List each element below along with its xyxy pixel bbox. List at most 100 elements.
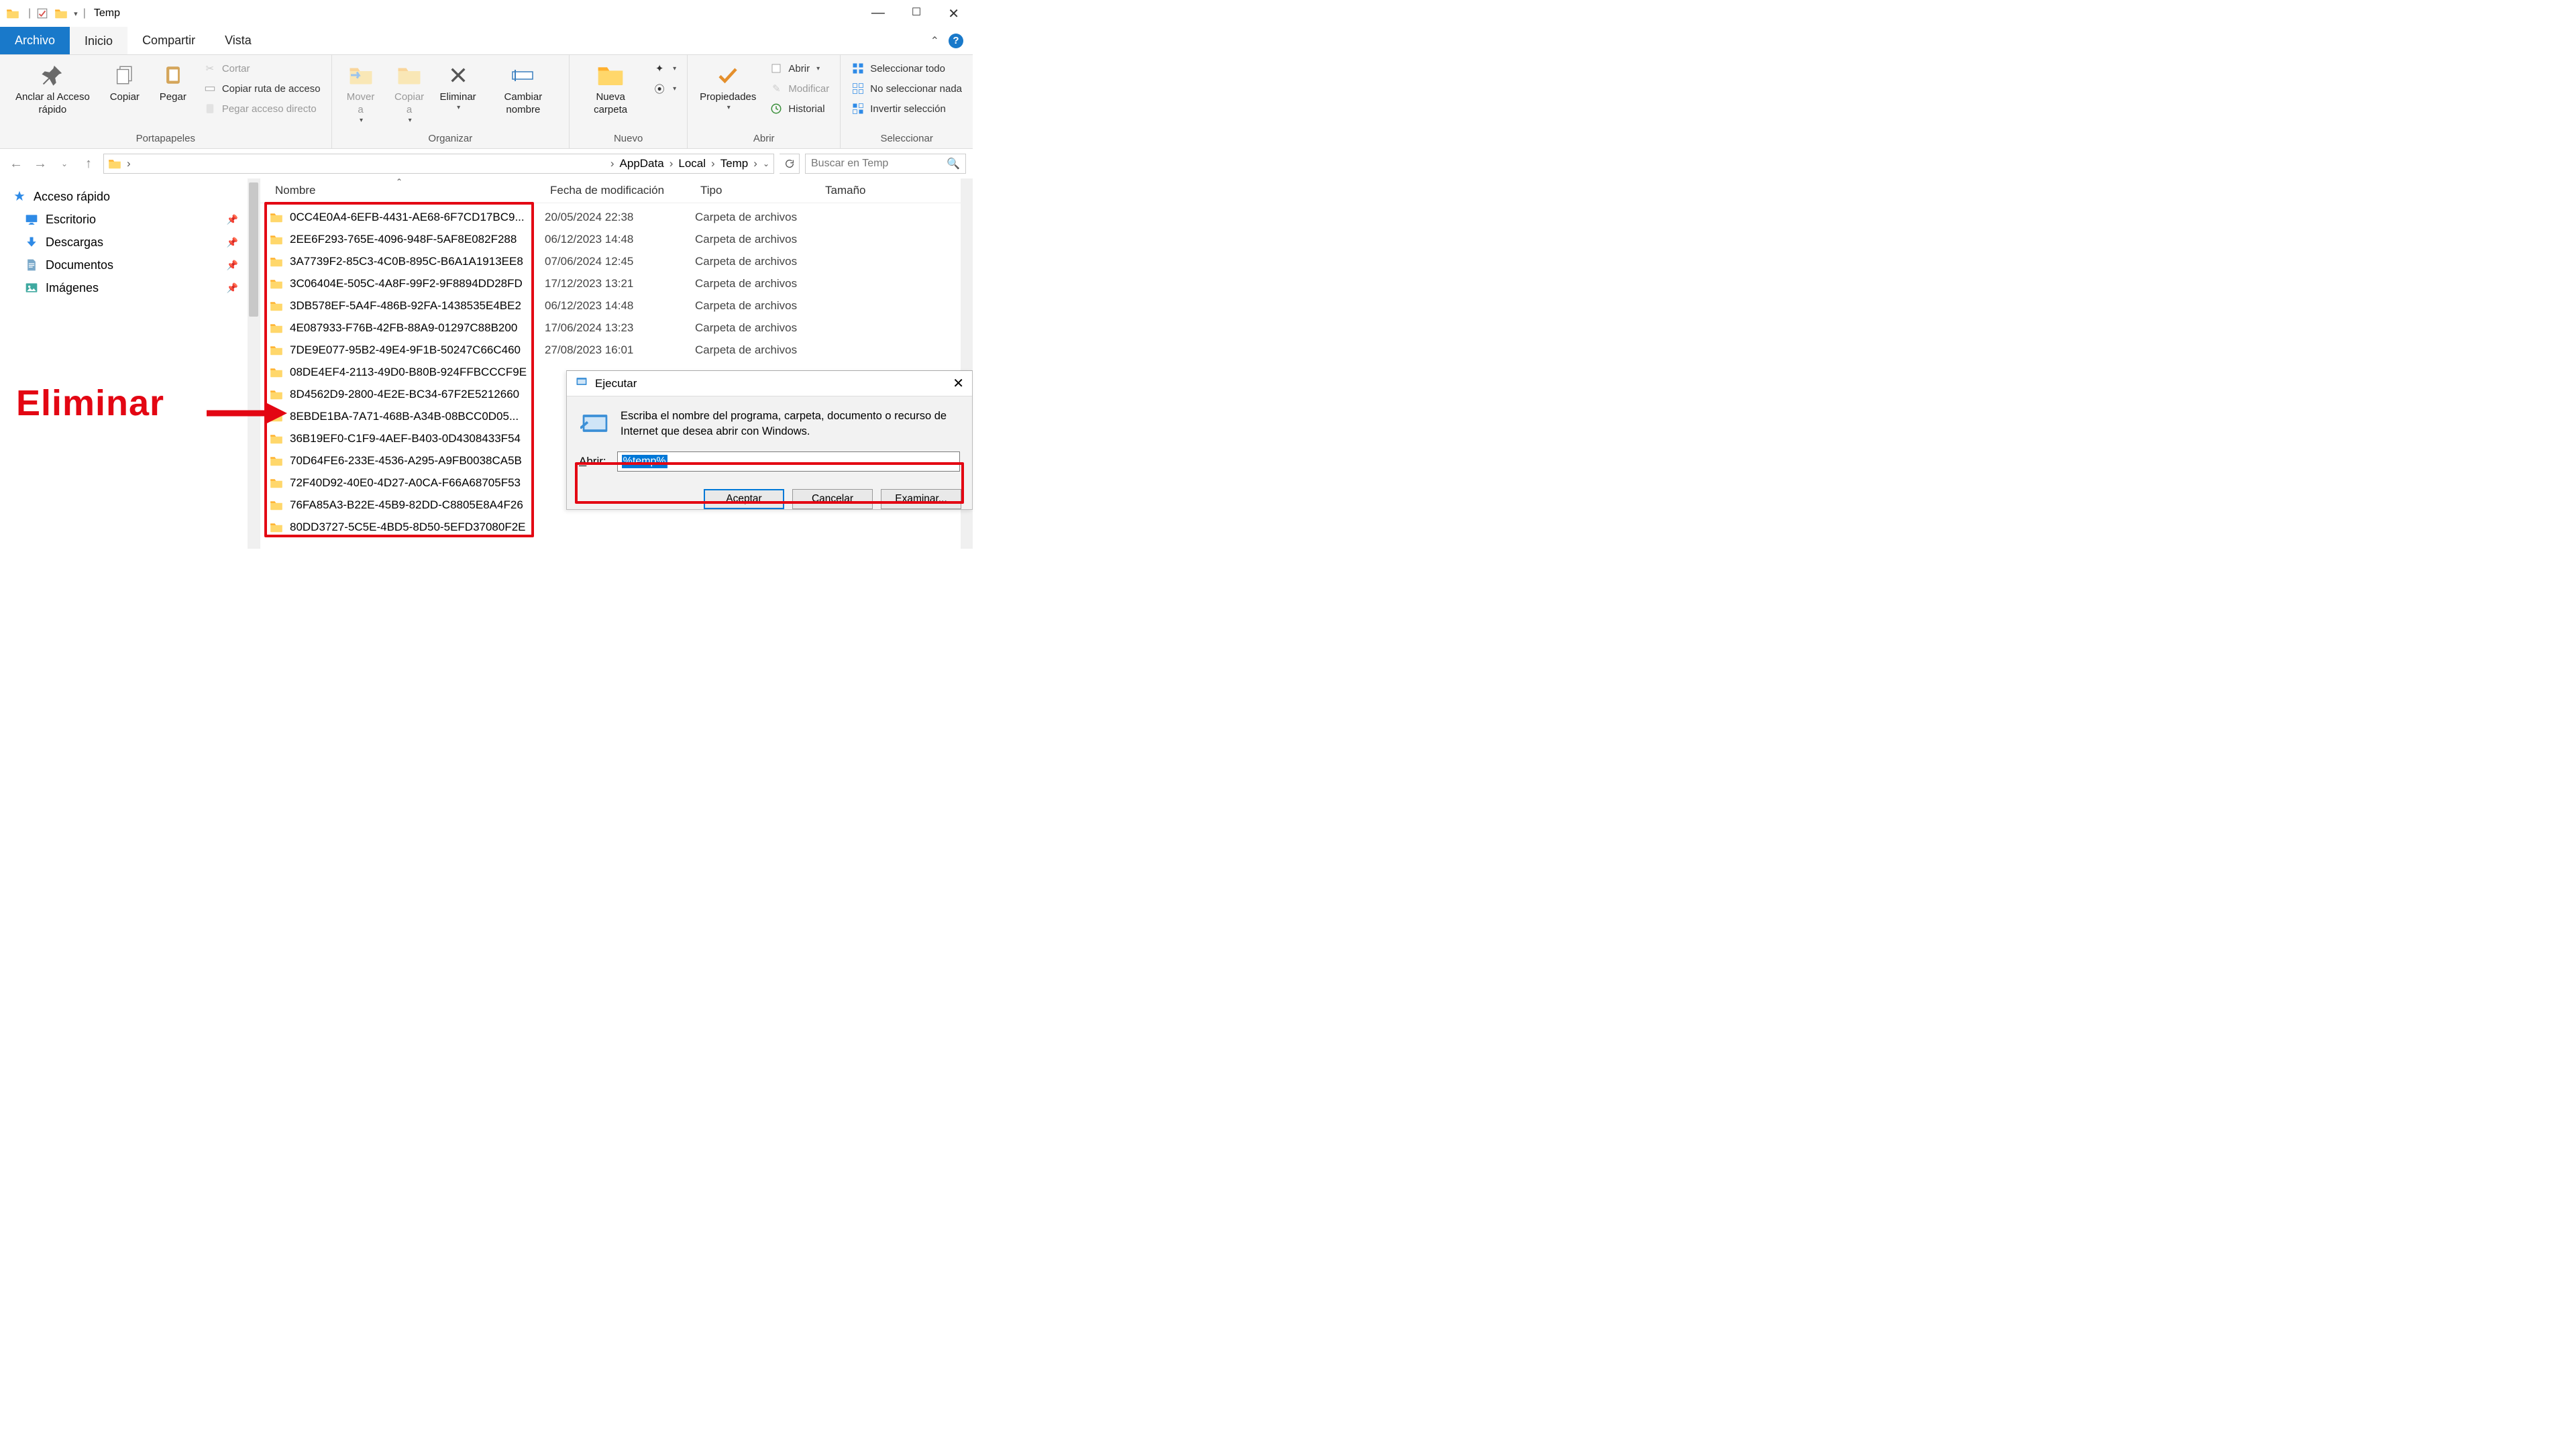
table-row[interactable]: 3A7739F2-85C3-4C0B-895C-B6A1A1913EE807/0…	[270, 250, 973, 272]
select-all-button[interactable]: Seleccionar todo	[849, 60, 965, 76]
close-button[interactable]: ✕	[948, 5, 959, 22]
file-date: 20/05/2024 22:38	[545, 211, 695, 224]
table-row[interactable]: 2EE6F293-765E-4096-948F-5AF8E082F28806/1…	[270, 228, 973, 250]
chevron-right-icon[interactable]: ›	[610, 157, 614, 170]
forward-button[interactable]: →	[31, 154, 50, 173]
pin-quickaccess-button[interactable]: Anclar al Acceso rápido	[8, 59, 97, 119]
run-titlebar[interactable]: Ejecutar ✕	[567, 371, 972, 396]
minimize-button[interactable]: —	[871, 5, 885, 22]
file-type: Carpeta de archivos	[695, 233, 820, 246]
back-button[interactable]: ←	[7, 154, 25, 173]
tab-home[interactable]: Inicio	[70, 27, 127, 54]
navigation-tree[interactable]: Acceso rápido Escritorio📌 Descargas📌 Doc…	[0, 178, 260, 549]
delete-icon	[445, 62, 472, 89]
newfolder-button[interactable]: Nueva carpeta	[578, 59, 643, 119]
tree-scrollbar[interactable]	[248, 178, 260, 549]
file-type: Carpeta de archivos	[695, 277, 820, 290]
pin-icon: 📌	[227, 282, 238, 294]
recent-dropdown[interactable]: ⌄	[55, 154, 74, 173]
breadcrumb-temp[interactable]: Temp	[720, 157, 749, 170]
up-button[interactable]: ↑	[79, 154, 98, 173]
delete-button[interactable]: Eliminar▾	[437, 59, 479, 115]
folder-dropdown-icon[interactable]	[54, 6, 68, 21]
address-bar[interactable]: › › AppData › Local › Temp › ⌄	[103, 154, 774, 174]
col-size[interactable]: Tamaño	[825, 184, 906, 197]
search-icon: 🔍	[947, 157, 960, 170]
chevron-right-icon[interactable]: ›	[711, 157, 715, 170]
breadcrumb-local[interactable]: Local	[678, 157, 706, 170]
table-row[interactable]: 4E087933-F76B-42FB-88A9-01297C88B20017/0…	[270, 317, 973, 339]
table-row[interactable]: 80DD3727-5C5E-4BD5-8D50-5EFD37080F2E	[270, 516, 973, 538]
run-title: Ejecutar	[595, 377, 637, 390]
refresh-button[interactable]	[780, 154, 800, 174]
run-cancel-button[interactable]: Cancelar	[792, 489, 873, 509]
file-name: 76FA85A3-B22E-45B9-82DD-C8805E8A4F26	[290, 498, 523, 512]
chevron-right-icon[interactable]: ›	[669, 157, 674, 170]
column-headers: Nombre⌃ Fecha de modificación Tipo Tamañ…	[260, 178, 973, 203]
table-row[interactable]: 0CC4E0A4-6EFB-4431-AE68-6F7CD17BC9...20/…	[270, 206, 973, 228]
table-row[interactable]: 3DB578EF-5A4F-486B-92FA-1438535E4BE206/1…	[270, 294, 973, 317]
maximize-button[interactable]: ☐	[912, 5, 921, 22]
help-icon[interactable]: ?	[949, 34, 963, 48]
checkbox-icon[interactable]	[35, 6, 50, 21]
combo-dropdown-icon[interactable]: ⌄	[949, 457, 955, 466]
sort-asc-icon: ⌃	[396, 177, 402, 186]
tab-share[interactable]: Compartir	[127, 27, 210, 54]
pin-icon: 📌	[227, 214, 238, 225]
sidebar-item-downloads[interactable]: Descargas📌	[0, 231, 260, 254]
paste-shortcut-button[interactable]: Pegar acceso directo	[201, 101, 323, 117]
titlebar-dropdown[interactable]: ▾	[74, 9, 78, 18]
table-row[interactable]: 7DE9E077-95B2-49E4-9F1B-50247C66C46027/0…	[270, 339, 973, 361]
file-date: 17/06/2024 13:23	[545, 321, 695, 335]
tab-view[interactable]: Vista	[210, 27, 266, 54]
run-browse-button[interactable]: Examinar...	[881, 489, 961, 509]
tab-file[interactable]: Archivo	[0, 27, 70, 54]
sidebar-item-quickaccess[interactable]: Acceso rápido	[0, 185, 260, 208]
invert-selection-button[interactable]: Invertir selección	[849, 101, 965, 117]
copyto-icon	[396, 62, 423, 89]
run-input[interactable]: %temp% ⌄	[617, 451, 960, 472]
file-name: 8EBDE1BA-7A71-468B-A34B-08BCC0D05...	[290, 410, 519, 423]
select-none-button[interactable]: No seleccionar nada	[849, 80, 965, 97]
search-input[interactable]: Buscar en Temp 🔍	[805, 154, 966, 174]
col-type[interactable]: Tipo	[700, 184, 825, 197]
copy-path-button[interactable]: Copiar ruta de acceso	[201, 80, 323, 97]
open-button[interactable]: Abrir▾	[767, 60, 832, 76]
open-icon	[769, 62, 783, 75]
newfolder-icon	[597, 62, 624, 89]
history-button[interactable]: Historial	[767, 101, 832, 117]
run-close-button[interactable]: ✕	[953, 375, 964, 392]
file-type: Carpeta de archivos	[695, 343, 820, 357]
copyto-button[interactable]: Copiar a▾	[388, 59, 431, 127]
easy-access-button[interactable]: ⦿▾	[650, 80, 679, 97]
pin-icon	[39, 62, 66, 89]
file-name: 3DB578EF-5A4F-486B-92FA-1438535E4BE2	[290, 299, 521, 313]
col-name[interactable]: Nombre⌃	[275, 184, 550, 197]
file-date: 07/06/2024 12:45	[545, 255, 695, 268]
copy-button[interactable]: Copiar	[104, 59, 146, 107]
chevron-right-icon[interactable]: ›	[127, 157, 131, 170]
breadcrumb-appdata[interactable]: AppData	[620, 157, 664, 170]
sidebar-item-images[interactable]: Imágenes📌	[0, 276, 260, 299]
file-date: 06/12/2023 14:48	[545, 233, 695, 246]
table-row[interactable]: 3C06404E-505C-4A8F-99F2-9F8894DD28FD17/1…	[270, 272, 973, 294]
moveto-button[interactable]: Mover a▾	[340, 59, 382, 127]
paste-button[interactable]: Pegar	[152, 59, 194, 107]
file-type: Carpeta de archivos	[695, 321, 820, 335]
new-item-button[interactable]: ✦▾	[650, 60, 679, 76]
chevron-right-icon[interactable]: ›	[753, 157, 757, 170]
sidebar-item-documents[interactable]: Documentos📌	[0, 254, 260, 276]
file-name: 8D4562D9-2800-4E2E-BC34-67F2E5212660	[290, 388, 519, 401]
sidebar-item-desktop[interactable]: Escritorio📌	[0, 208, 260, 231]
edit-button[interactable]: ✎Modificar	[767, 80, 832, 97]
scissors-icon: ✂	[203, 62, 217, 75]
rename-button[interactable]: Cambiar nombre	[486, 59, 561, 119]
run-ok-button[interactable]: Aceptar	[704, 489, 784, 509]
col-date[interactable]: Fecha de modificación	[550, 184, 700, 197]
file-name: 36B19EF0-C1F9-4AEF-B403-0D4308433F54	[290, 432, 521, 445]
collapse-ribbon-icon[interactable]: ⌃	[930, 34, 939, 48]
properties-button[interactable]: Propiedades▾	[696, 59, 760, 115]
cut-button[interactable]: ✂Cortar	[201, 60, 323, 76]
address-dropdown[interactable]: ⌄	[763, 159, 769, 168]
file-name: 3C06404E-505C-4A8F-99F2-9F8894DD28FD	[290, 277, 523, 290]
